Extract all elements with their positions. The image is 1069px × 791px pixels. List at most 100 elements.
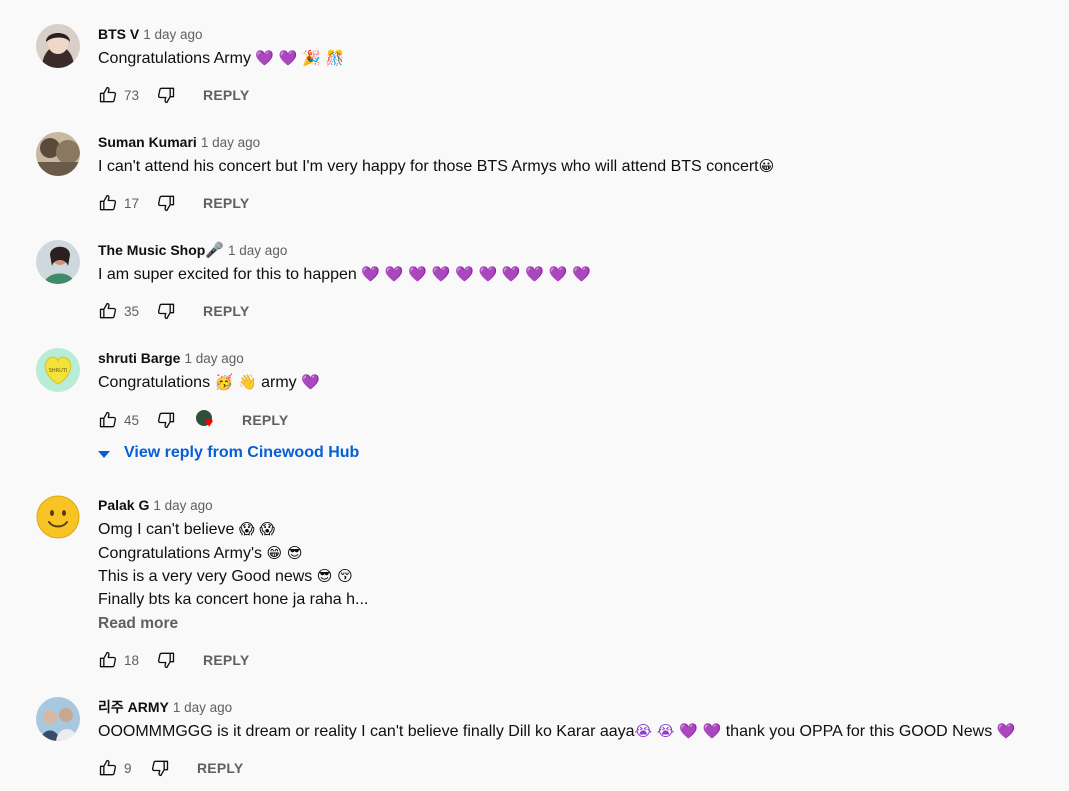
like-count: 18 — [124, 652, 140, 668]
comment-actions: 35 REPLY — [98, 301, 249, 321]
comment-line: Congratulations Army's 😁 😎 — [98, 542, 1056, 566]
thumbs-down-icon — [158, 87, 175, 104]
avatar[interactable]: SHRUTI — [36, 348, 80, 392]
comment-author[interactable]: BTS V — [98, 26, 139, 42]
reply-button[interactable]: REPLY — [203, 303, 249, 319]
like-count: 17 — [124, 195, 140, 211]
comment-time[interactable]: 1 day ago — [173, 700, 232, 715]
like-button[interactable] — [98, 650, 118, 670]
avatar[interactable] — [36, 495, 80, 539]
comment-actions: 17 REPLY — [98, 193, 249, 213]
comment-time[interactable]: 1 day ago — [201, 135, 260, 150]
comment-actions: 9 REPLY — [98, 758, 243, 778]
comment-text: Congratulations Army 💜 💜 🎉 🎊 — [98, 47, 1056, 71]
comment-text-content: Congratulations — [98, 374, 211, 391]
reply-button[interactable]: REPLY — [242, 412, 288, 428]
dislike-button[interactable] — [156, 193, 176, 213]
avatar[interactable] — [36, 697, 80, 741]
thumbs-up-icon — [99, 194, 117, 211]
comment-author[interactable]: shruti Barge — [98, 350, 180, 366]
like-button[interactable] — [98, 301, 118, 321]
reply-button[interactable]: REPLY — [203, 652, 249, 668]
dislike-button[interactable] — [156, 650, 176, 670]
comment-text: OOOMMMGGG is it dream or reality I can't… — [98, 720, 1056, 744]
thumbs-down-icon — [158, 652, 175, 669]
comment-text: I am super excited for this to happen 💜 … — [98, 263, 1056, 287]
like-button[interactable] — [98, 193, 118, 213]
like-count: 35 — [124, 303, 140, 319]
heart-icon: ♥ — [205, 414, 214, 430]
comment-author[interactable]: Suman Kumari — [98, 134, 197, 150]
comment-text-content: thank you OPPA for this GOOD News — [725, 723, 993, 740]
comment-line: Omg I can't believe 😱 😱 — [98, 518, 1056, 542]
creator-heart-badge: ♥ — [196, 410, 218, 430]
comment-author[interactable]: 리주 ARMY — [98, 699, 169, 715]
thumbs-down-icon — [151, 760, 169, 777]
emoji: 😱 😱 — [238, 520, 275, 538]
avatar[interactable] — [36, 240, 80, 284]
reply-button[interactable]: REPLY — [203, 87, 249, 103]
thumbs-up-icon — [99, 651, 117, 668]
comment-text-content: Congratulations Army — [98, 50, 251, 67]
avatar[interactable] — [36, 132, 80, 176]
dislike-button[interactable] — [150, 758, 170, 778]
comment-time[interactable]: 1 day ago — [143, 27, 202, 42]
like-count: 45 — [124, 412, 140, 428]
avatar-image — [36, 240, 80, 284]
emoji: 😁 😎 — [266, 543, 303, 562]
reply-button[interactable]: REPLY — [197, 760, 243, 776]
thumbs-down-icon — [158, 195, 175, 212]
avatar-image — [36, 132, 80, 176]
dislike-button[interactable] — [156, 301, 176, 321]
dislike-button[interactable] — [156, 410, 176, 430]
emoji: 😭 😭 💜 💜 — [634, 722, 722, 740]
comment-actions: 18 REPLY — [98, 650, 249, 670]
comment-time[interactable]: 1 day ago — [153, 498, 212, 513]
comment-text-content: Congratulations Army's — [98, 544, 263, 562]
avatar[interactable] — [36, 24, 80, 68]
reply-button[interactable]: REPLY — [203, 195, 249, 211]
comment-actions: 73 REPLY — [98, 85, 249, 105]
like-button[interactable] — [98, 410, 118, 430]
avatar-image: SHRUTI — [36, 348, 80, 392]
avatar-image — [36, 24, 80, 68]
emoji: 💜 — [996, 722, 1016, 740]
thumbs-down-icon — [158, 303, 175, 320]
view-replies-label: View reply from Cinewood Hub — [124, 444, 360, 461]
like-button[interactable] — [98, 85, 118, 105]
dislike-button[interactable] — [156, 85, 176, 105]
comment-line: This is a very very Good news 😎 😚 — [98, 565, 1056, 589]
comment-time[interactable]: 1 day ago — [228, 243, 287, 258]
comment-text: Omg I can't believe 😱 😱 Congratulations … — [98, 518, 1056, 611]
comment-text-content: I can't attend his concert but I'm very … — [98, 158, 759, 175]
emoji: 💜 💜 💜 💜 💜 💜 💜 💜 💜 💜 — [361, 265, 591, 283]
comment-text-content: Omg I can't believe — [98, 521, 235, 538]
comment-text-content: I am super excited for this to happen — [98, 266, 357, 283]
thumbs-up-icon — [99, 86, 117, 103]
like-button[interactable] — [98, 758, 118, 778]
emoji: 🥳 👋 — [214, 373, 257, 391]
emoji: 💜 — [301, 373, 320, 391]
comment-author[interactable]: Palak G — [98, 497, 149, 513]
like-count: 9 — [124, 760, 132, 776]
read-more-button[interactable]: Read more — [98, 615, 178, 633]
like-count: 73 — [124, 87, 140, 103]
caret-down-icon — [98, 450, 110, 458]
comment-time[interactable]: 1 day ago — [184, 351, 243, 366]
comment-text: I can't attend his concert but I'm very … — [98, 155, 1056, 179]
comment-actions: 45 ♥ REPLY — [98, 410, 288, 430]
comment-text-content: This is a very very Good news — [98, 568, 313, 585]
comment-text-content: OOOMMMGGG is it dream or reality I can't… — [98, 723, 635, 740]
avatar-image — [36, 697, 80, 741]
emoji: 😀 — [758, 157, 775, 175]
view-replies-button[interactable]: View reply from Cinewood Hub — [98, 444, 359, 462]
emoji: 💜 💜 🎉 🎊 — [255, 49, 345, 67]
comment-author[interactable]: The Music Shop — [98, 242, 205, 258]
comment-text: Congratulations 🥳 👋 army 💜 — [98, 371, 1056, 395]
avatar-logo-text: SHRUTI — [49, 368, 68, 374]
thumbs-up-icon — [99, 302, 117, 319]
thumbs-up-icon — [99, 759, 117, 776]
emoji: 😎 😚 — [316, 567, 353, 585]
thumbs-up-icon — [99, 411, 117, 428]
comment-text-content: army — [261, 374, 297, 391]
